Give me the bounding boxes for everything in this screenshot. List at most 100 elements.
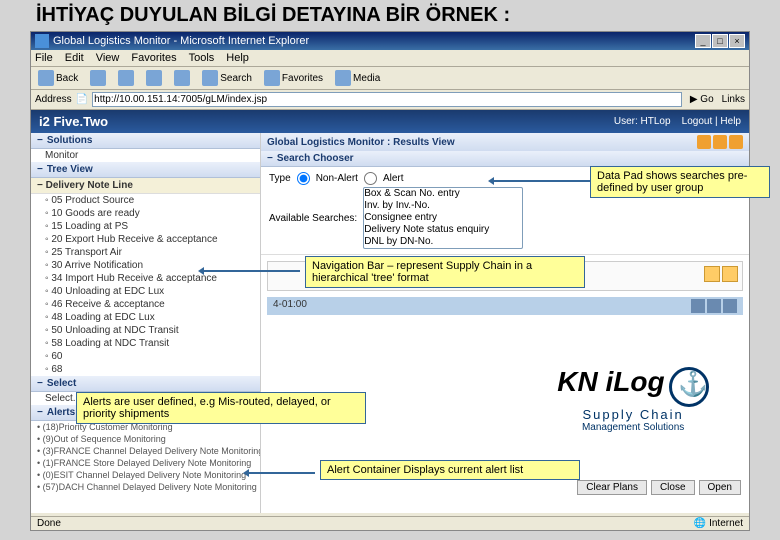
forward-button[interactable] bbox=[87, 69, 109, 87]
tree-item[interactable]: ◦ 48 Loading at EDC Lux bbox=[31, 311, 260, 324]
window-titlebar: Global Logistics Monitor - Microsoft Int… bbox=[31, 32, 749, 50]
delivery-note-header[interactable]: − Delivery Note Line bbox=[31, 178, 260, 194]
media-button[interactable]: Media bbox=[332, 69, 383, 87]
tree-item[interactable]: ◦ 60 bbox=[31, 350, 260, 363]
logo-sub2: Management Solutions bbox=[557, 422, 709, 433]
slide-title: İHTİYAÇ DUYULAN BİLGİ DETAYINA BİR ÖRNEK… bbox=[0, 0, 780, 31]
menu-view[interactable]: View bbox=[96, 52, 120, 64]
logout-link[interactable]: Logout bbox=[682, 116, 713, 127]
menu-file[interactable]: File bbox=[35, 52, 53, 64]
search-chooser-header[interactable]: −Search Chooser bbox=[261, 151, 749, 167]
tree-item[interactable]: ◦ 40 Unloading at EDC Lux bbox=[31, 285, 260, 298]
links-label[interactable]: Links bbox=[722, 94, 745, 105]
timestamp-bar: 4-01:00 bbox=[267, 297, 743, 315]
media-icon bbox=[335, 70, 351, 86]
tree-item[interactable]: ◦ 05 Product Source bbox=[31, 194, 260, 207]
app-brand: i2 Five.Two bbox=[39, 114, 108, 129]
arrow-4 bbox=[245, 472, 315, 474]
alert-item[interactable]: • (9)Out of Sequence Monitoring bbox=[31, 433, 260, 445]
warning-icon[interactable] bbox=[697, 135, 711, 149]
tree-item[interactable]: ◦ 34 Import Hub Receive & acceptance bbox=[31, 272, 260, 285]
menu-bar: File Edit View Favorites Tools Help bbox=[31, 50, 749, 67]
maximize-button[interactable]: □ bbox=[712, 34, 728, 48]
search-select[interactable]: Box & Scan No. entryInv. by Inv.-No.Cons… bbox=[363, 187, 523, 249]
callout-datapad: Data Pad shows searches pre-defined by u… bbox=[590, 166, 770, 198]
result-btn-2[interactable] bbox=[722, 266, 738, 282]
alert-item[interactable]: • (1)FRANCE Store Delayed Delivery Note … bbox=[31, 457, 260, 469]
refresh-icon bbox=[146, 70, 162, 86]
type-label: Type bbox=[269, 173, 291, 184]
alert-radio[interactable] bbox=[364, 172, 377, 185]
app-header: i2 Five.Two User: HTLop Logout | Help bbox=[31, 110, 749, 133]
status-bar: Done 🌐 Internet bbox=[31, 516, 749, 530]
address-bar: Address 📄 ▶ Go Links bbox=[31, 90, 749, 110]
help-link[interactable]: Help bbox=[720, 116, 741, 127]
menu-help[interactable]: Help bbox=[226, 52, 249, 64]
favorites-button[interactable]: Favorites bbox=[261, 69, 326, 87]
tree-item[interactable]: ◦ 58 Loading at NDC Transit bbox=[31, 337, 260, 350]
anchor-icon bbox=[669, 367, 709, 407]
tree-item[interactable]: ◦ 68 bbox=[31, 363, 260, 376]
menu-favorites[interactable]: Favorites bbox=[131, 52, 176, 64]
callout-alerts: Alerts are user defined, e.g Mis-routed,… bbox=[76, 392, 366, 424]
tree-item[interactable]: ◦ 15 Loading at PS bbox=[31, 220, 260, 233]
go-button[interactable]: ▶ Go bbox=[686, 94, 718, 105]
alert-item[interactable]: • (0)ESIT Channel Delayed Delivery Note … bbox=[31, 469, 260, 481]
minimize-button[interactable]: _ bbox=[695, 34, 711, 48]
status-zone: 🌐 Internet bbox=[694, 518, 743, 529]
ts-icon-1[interactable] bbox=[691, 299, 705, 313]
clear-plans-button[interactable]: Clear Plans bbox=[577, 480, 647, 495]
tree-item[interactable]: ◦ 10 Goods are ready bbox=[31, 207, 260, 220]
ts-icon-2[interactable] bbox=[707, 299, 721, 313]
close-button[interactable]: × bbox=[729, 34, 745, 48]
arrow-2 bbox=[200, 270, 300, 272]
result-btn-1[interactable] bbox=[704, 266, 720, 282]
tree-item[interactable]: ◦ 20 Export Hub Receive & acceptance bbox=[31, 233, 260, 246]
alert-item[interactable]: • (57)DACH Channel Delayed Delivery Note… bbox=[31, 481, 260, 493]
left-sidebar: −Solutions Monitor −Tree View − Delivery… bbox=[31, 133, 261, 513]
open-button[interactable]: Open bbox=[699, 480, 741, 495]
address-label: Address bbox=[35, 94, 72, 105]
stop-icon bbox=[118, 70, 134, 86]
menu-tools[interactable]: Tools bbox=[189, 52, 215, 64]
back-button[interactable]: Back bbox=[35, 69, 81, 87]
user-label: User: HTLop bbox=[614, 116, 671, 127]
back-icon bbox=[38, 70, 54, 86]
tool-icon[interactable] bbox=[729, 135, 743, 149]
ie-icon bbox=[35, 34, 49, 48]
tree-item[interactable]: ◦ 50 Unloading at NDC Transit bbox=[31, 324, 260, 337]
logo-text: KN iLog bbox=[557, 366, 664, 397]
home-button[interactable] bbox=[171, 69, 193, 87]
solutions-header[interactable]: −Solutions bbox=[31, 133, 260, 149]
favorites-icon bbox=[264, 70, 280, 86]
avail-label: Available Searches: bbox=[269, 213, 357, 224]
tree-item[interactable]: ◦ 46 Receive & acceptance bbox=[31, 298, 260, 311]
status-done: Done bbox=[37, 518, 61, 529]
window-title: Global Logistics Monitor - Microsoft Int… bbox=[53, 35, 309, 47]
close-panel-button[interactable]: Close bbox=[651, 480, 695, 495]
nonalert-radio[interactable] bbox=[297, 172, 310, 185]
tree-item[interactable]: ◦ 25 Transport Air bbox=[31, 246, 260, 259]
search-icon bbox=[202, 70, 218, 86]
menu-edit[interactable]: Edit bbox=[65, 52, 84, 64]
home-icon bbox=[174, 70, 190, 86]
alert-item[interactable]: • (3)FRANCE Channel Delayed Delivery Not… bbox=[31, 445, 260, 457]
ts-icon-3[interactable] bbox=[723, 299, 737, 313]
page-icon: 📄 bbox=[76, 94, 88, 105]
toolbar: Back Search Favorites Media bbox=[31, 67, 749, 90]
kn-logo: KN iLog Supply Chain Management Solution… bbox=[557, 366, 709, 433]
results-header: Global Logistics Monitor : Results View bbox=[261, 133, 749, 151]
forward-icon bbox=[90, 70, 106, 86]
monitor-item[interactable]: Monitor bbox=[31, 149, 260, 162]
select-header[interactable]: −Select bbox=[31, 376, 260, 392]
arrow-1 bbox=[490, 180, 590, 182]
address-input[interactable] bbox=[92, 92, 682, 107]
stop-button[interactable] bbox=[115, 69, 137, 87]
info-icon[interactable] bbox=[713, 135, 727, 149]
treeview-header[interactable]: −Tree View bbox=[31, 162, 260, 178]
refresh-button[interactable] bbox=[143, 69, 165, 87]
logo-sub1: Supply Chain bbox=[557, 407, 709, 422]
callout-navbar: Navigation Bar – represent Supply Chain … bbox=[305, 256, 585, 288]
callout-alertcontainer: Alert Container Displays current alert l… bbox=[320, 460, 580, 480]
search-button[interactable]: Search bbox=[199, 69, 255, 87]
